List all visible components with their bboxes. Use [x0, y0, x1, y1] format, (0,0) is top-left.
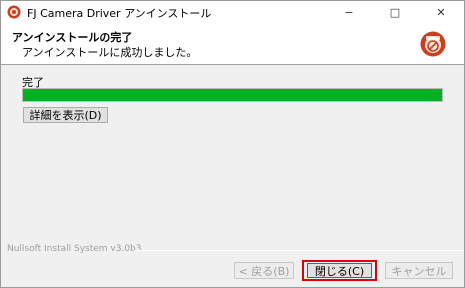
show-details-button[interactable]: 詳細を表示(D) — [23, 107, 108, 123]
header-title: アンインストールの完了 — [12, 31, 133, 44]
cancel-button[interactable]: キャンセル — [385, 262, 453, 279]
close-button-highlight: 閉じる(C) — [302, 260, 377, 281]
minimize-icon: − — [344, 5, 354, 19]
minimize-button[interactable]: − — [326, 1, 372, 23]
wizard-header: アンインストールの完了 アンインストールに成功しました。 — [1, 23, 464, 65]
window-title: FJ Camera Driver アンインストール — [27, 7, 212, 20]
branding-divider — [134, 250, 464, 251]
progress-fill — [23, 89, 442, 101]
uninstall-logo-icon — [420, 31, 446, 57]
close-icon: ✕ — [436, 5, 446, 19]
nsis-branding: Nullsoft Install System v3.0b3 — [7, 244, 146, 254]
close-window-button[interactable]: ✕ — [418, 1, 464, 23]
close-button[interactable]: 閉じる(C) — [307, 263, 372, 278]
installer-window: FJ Camera Driver アンインストール − □ ✕ アンインストール… — [0, 0, 465, 288]
installer-app-icon — [7, 5, 21, 19]
back-button[interactable]: < 戻る(B) — [234, 262, 294, 279]
progress-bar — [22, 88, 443, 102]
maximize-icon: □ — [389, 5, 401, 19]
title-bar: FJ Camera Driver アンインストール − □ ✕ — [1, 1, 464, 23]
maximize-button[interactable]: □ — [372, 1, 418, 23]
header-subtitle: アンインストールに成功しました。 — [22, 46, 198, 59]
